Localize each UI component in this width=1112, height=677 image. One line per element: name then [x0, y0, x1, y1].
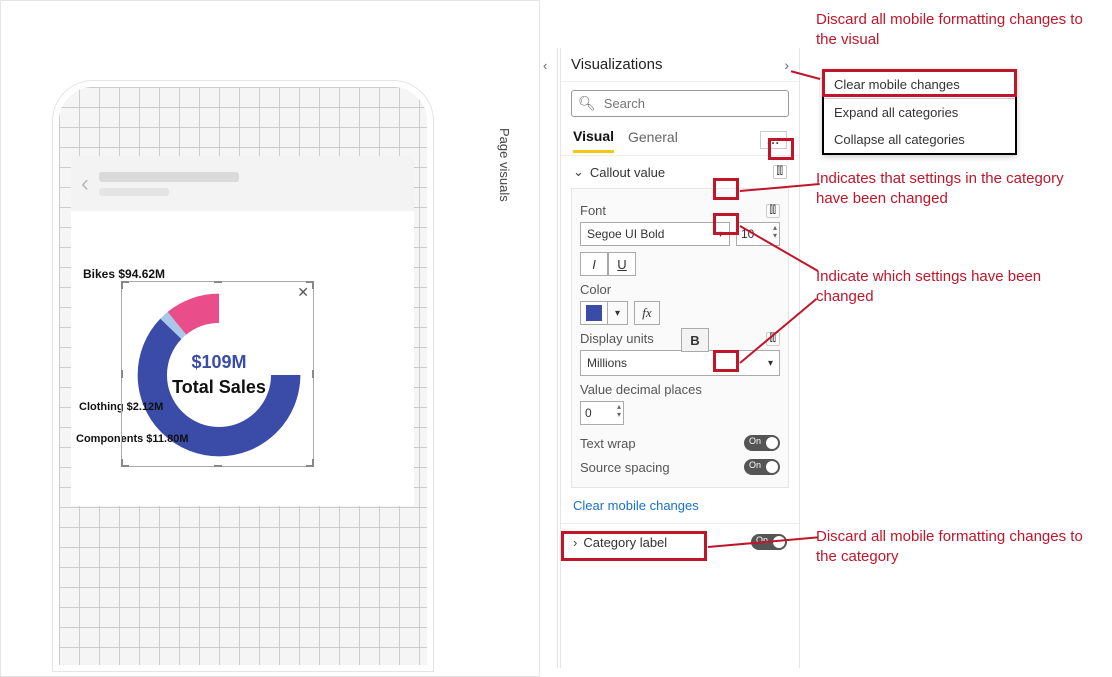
text-wrap-label: Text wrap [580, 436, 636, 451]
pane-title: Visualizations [571, 56, 662, 73]
search-box[interactable]: 🔍︎ [571, 90, 789, 117]
source-spacing-toggle[interactable]: On [744, 459, 780, 475]
back-icon: ‹ [81, 170, 89, 198]
tab-general[interactable]: General [628, 129, 678, 151]
chevron-down-icon: ▾ [768, 358, 773, 369]
decimal-label: Value decimal places [580, 382, 702, 397]
appbar-placeholder-lines [99, 172, 239, 196]
annotation-category-discard: Discard all mobile formatting changes to… [816, 527, 1096, 566]
pane-expand-icon[interactable]: › [784, 57, 789, 73]
section-callout-title[interactable]: Callout value [590, 165, 767, 180]
color-swatch[interactable] [580, 301, 608, 325]
bold-button[interactable]: B [681, 328, 709, 352]
italic-button[interactable]: I [580, 252, 608, 276]
decimal-input[interactable]: 0 ▴▾ [580, 401, 624, 425]
slice-label-bikes: Bikes $94.62M [83, 267, 165, 281]
menu-expand-all[interactable]: Expand all categories [824, 99, 1015, 126]
color-dropdown[interactable]: ▾ [608, 301, 628, 325]
annotation-visual-discard: Discard all mobile formatting changes to… [816, 10, 1096, 49]
text-wrap-toggle[interactable]: On [744, 435, 780, 451]
design-canvas: ‹ $109M Total Sales Bikes $94.62M Clothi… [0, 0, 540, 677]
phone-appbar: ‹ [71, 156, 414, 212]
fx-button[interactable]: fx [634, 301, 660, 325]
selection-close-icon[interactable]: ✕ [297, 284, 309, 301]
menu-collapse-all[interactable]: Collapse all categories [824, 126, 1015, 153]
spinner-icon[interactable]: ▴▾ [773, 224, 777, 240]
changed-indicator-font: ⫿⫿ [766, 204, 780, 218]
annotation-category-changed: Indicates that settings in the category … [816, 169, 1096, 208]
chevron-left-icon: ‹ [543, 58, 547, 73]
visualizations-pane: Visualizations › 🔍︎ Visual General ... ⌄… [560, 48, 800, 668]
annotation-settings-changed: Indicate which settings have been change… [816, 267, 1096, 306]
search-input[interactable] [602, 95, 782, 112]
font-family-select[interactable]: Segoe UI Bold▾ [580, 222, 730, 246]
source-spacing-label: Source spacing [580, 460, 670, 475]
font-label: Font [580, 203, 606, 218]
display-units-label: Display units [580, 331, 654, 346]
changed-indicator-callout: ⫿⫿ [773, 165, 787, 179]
color-label: Color [580, 282, 611, 297]
underline-button[interactable]: U [608, 252, 636, 276]
page-visuals-tab[interactable]: ‹ Page visuals [540, 48, 558, 668]
callout-group: Font ⫿⫿ Segoe UI Bold▾ 10 ▴▾ B I U Color [571, 188, 789, 488]
search-icon: 🔍︎ [578, 95, 596, 112]
tab-visual[interactable]: Visual [573, 128, 614, 153]
page-visuals-label: Page visuals [497, 128, 512, 208]
clear-mobile-changes-link[interactable]: Clear mobile changes [561, 488, 799, 523]
chevron-down-icon[interactable]: ⌄ [573, 164, 584, 180]
spinner-icon[interactable]: ▴▾ [617, 403, 621, 419]
visual-selection-box[interactable]: ✕ [121, 281, 314, 467]
